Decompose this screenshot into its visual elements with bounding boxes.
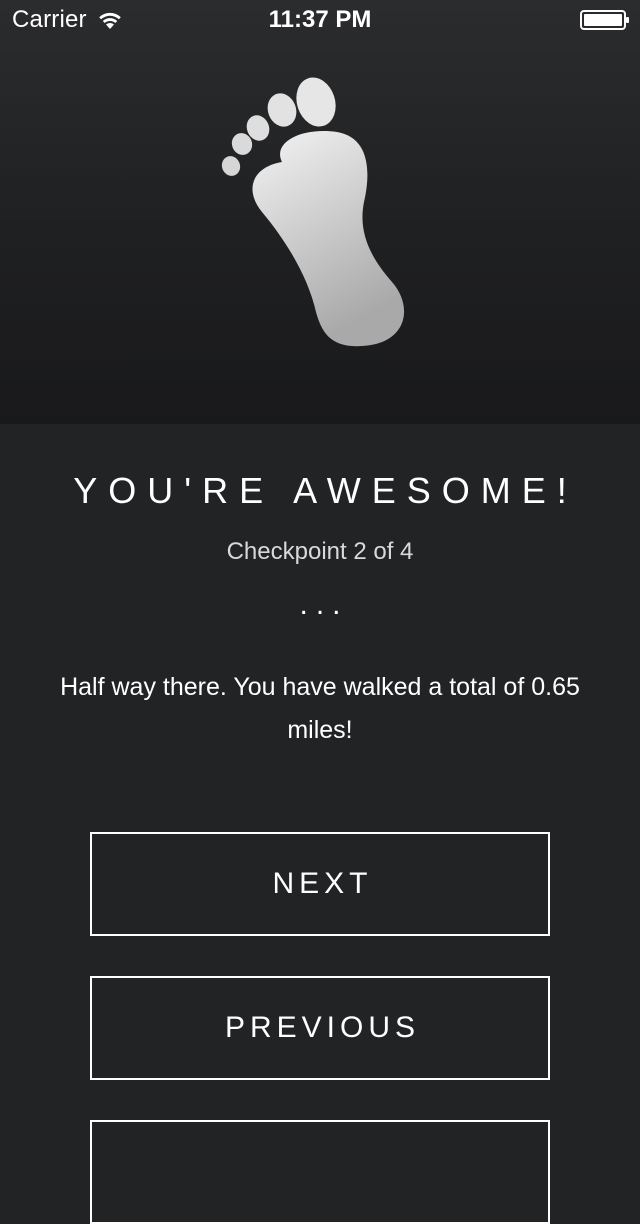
next-button[interactable]: NEXT xyxy=(90,832,550,936)
footprint-icon xyxy=(221,77,405,347)
status-bar: Carrier 11:37 PM xyxy=(0,0,640,40)
battery-icon xyxy=(580,10,629,30)
page-title: YOU'RE AWESOME! xyxy=(73,470,578,511)
clock: 11:37 PM xyxy=(268,6,372,33)
checkpoint-counter: Checkpoint 2 of 4 xyxy=(226,538,414,565)
previous-button[interactable]: PREVIOUS xyxy=(90,976,550,1080)
dots-separator: ... xyxy=(299,588,349,621)
checkpoint-message: Half way there. You have walked a total … xyxy=(60,673,580,744)
hero-banner xyxy=(0,0,640,424)
